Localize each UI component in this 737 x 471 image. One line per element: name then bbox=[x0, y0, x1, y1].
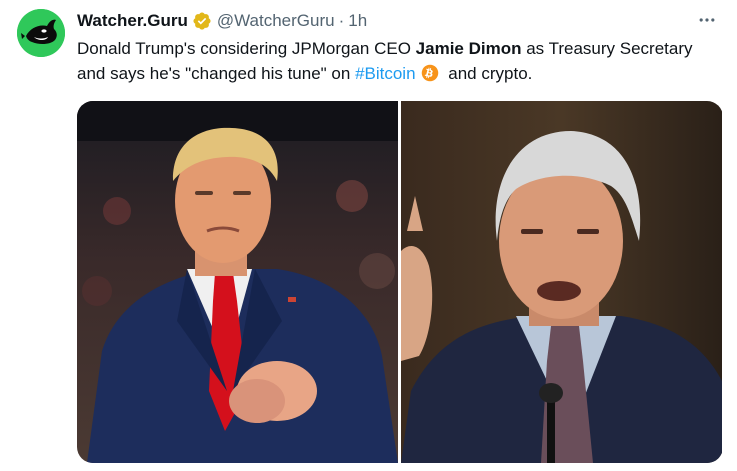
tweet-text-part1: Donald Trump's considering JPMorgan CEO bbox=[77, 39, 416, 58]
photo-dimon[interactable] bbox=[401, 101, 722, 463]
avatar[interactable] bbox=[17, 9, 65, 57]
tweet-header: Watcher.Guru @WatcherGuru · 1h bbox=[77, 10, 367, 32]
gold-verified-badge-icon[interactable] bbox=[192, 11, 212, 31]
tweet-text-part3: and crypto. bbox=[443, 64, 533, 83]
media-grid bbox=[77, 101, 723, 463]
handle[interactable]: @WatcherGuru bbox=[217, 10, 335, 32]
more-horizontal-icon[interactable] bbox=[695, 8, 719, 32]
bitcoin-icon bbox=[421, 64, 439, 82]
orca-logo-icon bbox=[17, 9, 65, 57]
tweet[interactable]: Watcher.Guru @WatcherGuru · 1h Donald Tr… bbox=[0, 0, 737, 471]
display-name[interactable]: Watcher.Guru bbox=[77, 10, 188, 32]
hashtag-link[interactable]: #Bitcoin bbox=[355, 64, 415, 83]
tweet-text: Donald Trump's considering JPMorgan CEO … bbox=[77, 36, 717, 86]
separator-dot: · bbox=[338, 11, 345, 30]
tweet-text-bold-name: Jamie Dimon bbox=[415, 39, 522, 58]
timestamp[interactable]: 1h bbox=[348, 10, 367, 32]
photo-trump[interactable] bbox=[77, 101, 398, 463]
